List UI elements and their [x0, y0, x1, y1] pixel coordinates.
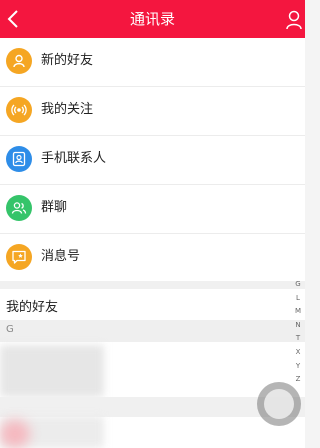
- menu-item-my-follows[interactable]: 我的关注: [0, 87, 305, 136]
- top-nav-bar: 通讯录: [0, 0, 305, 38]
- index-letter[interactable]: T: [291, 332, 305, 346]
- contacts-menu: 新的好友 我的关注 手机联系人 群聊 消息号: [0, 38, 305, 283]
- index-letter[interactable]: N: [291, 319, 305, 333]
- page-title: 通讯录: [129, 10, 175, 28]
- menu-item-message-account[interactable]: 消息号: [0, 234, 305, 283]
- section-divider: [0, 281, 305, 289]
- menu-item-new-friends[interactable]: 新的好友: [0, 38, 305, 87]
- index-letter[interactable]: L: [291, 292, 305, 306]
- index-letter[interactable]: G: [291, 278, 305, 292]
- person-icon[interactable]: [285, 9, 305, 31]
- assistive-button-inner: [264, 389, 294, 419]
- index-letter[interactable]: Z: [291, 373, 305, 387]
- menu-item-label: 消息号: [41, 249, 81, 264]
- section-header-g: G: [0, 320, 305, 342]
- menu-item-label: 手机联系人: [41, 151, 107, 166]
- alphabet-index-bar[interactable]: G L M N T X Y Z: [291, 278, 305, 388]
- group-icon: [6, 195, 32, 221]
- menu-item-label: 新的好友: [41, 53, 94, 68]
- menu-item-label: 群聊: [41, 200, 68, 215]
- my-friends-title: 我的好友: [6, 300, 59, 315]
- menu-item-group-chat[interactable]: 群聊: [0, 185, 305, 234]
- user-icon: [6, 48, 32, 74]
- contact-card-icon: [6, 146, 32, 172]
- blurred-friend-entry[interactable]: [0, 345, 104, 397]
- index-letter[interactable]: M: [291, 305, 305, 319]
- message-account-icon: [6, 244, 32, 270]
- floating-assistive-button[interactable]: [257, 382, 301, 426]
- section-letter: G: [6, 324, 14, 335]
- my-friends-header: 我的好友: [0, 289, 305, 320]
- menu-item-label: 我的关注: [41, 102, 94, 117]
- index-letter[interactable]: X: [291, 346, 305, 360]
- index-letter[interactable]: Y: [291, 360, 305, 374]
- blurred-avatar: [0, 420, 30, 448]
- menu-item-phone-contacts[interactable]: 手机联系人: [0, 136, 305, 185]
- broadcast-icon: [6, 97, 32, 123]
